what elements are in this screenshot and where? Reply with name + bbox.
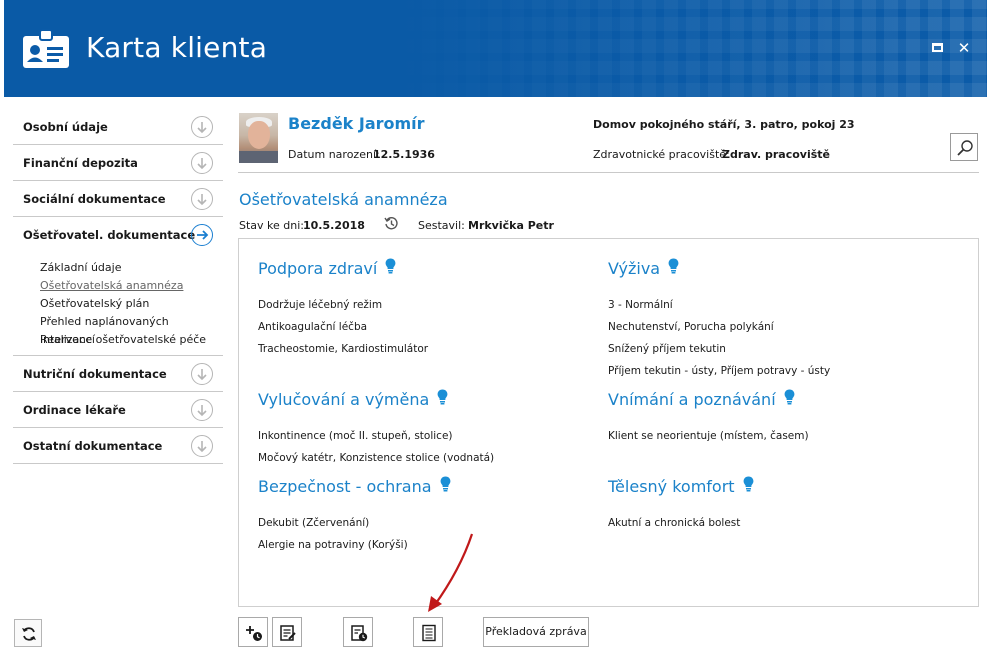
category-line: 3 - Normální <box>608 299 673 311</box>
lightbulb-icon[interactable] <box>440 476 451 492</box>
document-button[interactable] <box>413 617 443 647</box>
lightbulb-icon[interactable] <box>743 476 754 492</box>
category-line: Močový katétr, Konzistence stolice (vodn… <box>258 452 495 464</box>
subnav-item-realizace-pece[interactable]: Realizace ošetřovatelské péče <box>13 331 223 349</box>
sidebar-item-label: Finanční depozita <box>23 156 138 170</box>
sidebar-item-label: Ordinace lékaře <box>23 403 126 417</box>
category-line: Tracheostomie, Kardiostimulátor <box>258 343 429 355</box>
category-line: Inkontinence (moč II. stupeň, stolice) <box>258 430 453 442</box>
subnav-item-osetrovatelsky-plan[interactable]: Ošetřovatelský plán <box>13 295 223 313</box>
category-line: Dodržuje léčebný režim <box>258 299 383 311</box>
sidebar-item-socialni-dokumentace[interactable]: Sociální dokumentace <box>13 181 223 217</box>
lightbulb-icon[interactable] <box>437 389 448 405</box>
subnav-item-zakladni-udaje[interactable]: Základní údaje <box>13 259 223 277</box>
sidebar-item-osobni-udaje[interactable]: Osobní údaje <box>13 109 223 145</box>
category-title[interactable]: Výživa <box>608 258 679 278</box>
arrow-down-circle-icon[interactable] <box>191 116 213 138</box>
sidebar-item-label: Ošetřovatel. dokumentace <box>23 228 196 242</box>
maximize-icon <box>931 43 943 52</box>
category-line: Nechutenství, Porucha polykání <box>608 321 774 333</box>
arrow-right-circle-icon[interactable] <box>191 224 213 246</box>
subnav-item-prehled-intervenci[interactable]: Přehled naplánovaných intervencí <box>13 313 223 346</box>
workplace-label: Zdravotnické pracoviště: <box>593 148 730 161</box>
edit-document-button[interactable] <box>272 617 302 647</box>
category-title-text: Vnímání a poznávání <box>608 390 776 409</box>
search-icon <box>957 140 973 156</box>
sidebar-item-label: Sociální dokumentace <box>23 192 166 206</box>
anamnesis-panel: Podpora zdraví Dodržuje léčebný režim An… <box>238 238 979 607</box>
sidebar-item-label: Nutriční dokumentace <box>23 367 167 381</box>
sidebar-item-label: Osobní údaje <box>23 120 108 134</box>
arrow-down-circle-icon[interactable] <box>191 152 213 174</box>
arrow-down-circle-icon[interactable] <box>191 435 213 457</box>
state-date-value: 10.5.2018 <box>303 219 365 232</box>
category-vylucovani-a-vymena: Vylučování a výměna Inkontinence (moč II… <box>258 389 495 465</box>
sidebar-item-osetrovatel-dokumentace[interactable]: Ošetřovatel. dokumentace <box>13 217 223 253</box>
category-title-text: Podpora zdraví <box>258 259 378 278</box>
sidebar-subnav: Základní údaje Ošetřovatelská anamnéza O… <box>13 253 223 356</box>
category-line: Klient se neorientuje (místem, časem) <box>608 430 809 442</box>
divider <box>238 172 979 173</box>
sidebar-item-label: Ostatní dokumentace <box>23 439 163 453</box>
category-title-text: Bezpečnost - ochrana <box>258 477 432 496</box>
category-line: Snížený příjem tekutin <box>608 343 726 355</box>
dob-value: 12.5.1936 <box>373 148 435 161</box>
arrow-down-circle-icon[interactable] <box>191 363 213 385</box>
sidebar-item-financni-depozita[interactable]: Finanční depozita <box>13 145 223 181</box>
lightbulb-icon[interactable] <box>385 258 396 274</box>
category-telesny-komfort: Tělesný komfort Akutní a chronická boles… <box>608 476 754 530</box>
category-title[interactable]: Vylučování a výměna <box>258 389 448 409</box>
category-title[interactable]: Bezpečnost - ochrana <box>258 476 451 496</box>
category-line: Příjem tekutin - ústy, Příjem potravy - … <box>608 365 831 377</box>
workplace-value: Zdrav. pracoviště <box>722 148 830 161</box>
category-title[interactable]: Vnímání a poznávání <box>608 389 795 409</box>
category-line: Dekubit (Zčervenání) <box>258 517 370 529</box>
category-title-text: Výživa <box>608 259 661 278</box>
lightbulb-icon[interactable] <box>784 389 795 405</box>
close-icon: ✕ <box>957 39 971 57</box>
window-title: Karta klienta <box>86 31 268 64</box>
sidebar: Osobní údaje Finanční depozita Sociální … <box>13 109 223 464</box>
category-title[interactable]: Podpora zdraví <box>258 258 396 278</box>
annotation-arrow <box>428 533 474 612</box>
add-clock-icon <box>246 626 262 641</box>
patient-photo <box>239 113 278 163</box>
category-line: Antikoagulační léčba <box>258 321 368 333</box>
refresh-button[interactable] <box>14 619 42 647</box>
arrow-down-circle-icon[interactable] <box>191 188 213 210</box>
history-icon[interactable] <box>384 216 399 231</box>
refresh-icon <box>22 627 36 641</box>
id-card-icon <box>23 29 69 68</box>
document-icon <box>422 624 436 642</box>
page-title: Ošetřovatelská anamnéza <box>239 190 448 209</box>
category-podpora-zdravi: Podpora zdraví Dodržuje léčebný režim An… <box>258 258 429 356</box>
search-button[interactable] <box>950 133 978 161</box>
dob-label: Datum narození: <box>288 148 380 161</box>
category-title-text: Vylučování a výměna <box>258 390 430 409</box>
window-header: Karta klienta ✕ <box>4 0 987 97</box>
document-history-button[interactable] <box>343 617 373 647</box>
category-vnimani-a-poznavani: Vnímání a poznávání Klient se neorientuj… <box>608 389 809 443</box>
author-value: Mrkvička Petr <box>468 219 554 232</box>
author-label: Sestavil: <box>418 219 465 232</box>
category-title[interactable]: Tělesný komfort <box>608 476 754 496</box>
facility-info: Domov pokojného stáří, 3. patro, pokoj 2… <box>593 118 855 131</box>
category-title-text: Tělesný komfort <box>608 477 735 496</box>
sidebar-item-nutricni-dokumentace[interactable]: Nutriční dokumentace <box>13 356 223 392</box>
maximize-button[interactable] <box>929 40 945 56</box>
subnav-item-osetrovatelska-anamneza[interactable]: Ošetřovatelská anamnéza <box>13 277 223 295</box>
arrow-down-circle-icon[interactable] <box>191 399 213 421</box>
patient-name: Bezděk Jaromír <box>288 114 425 133</box>
document-edit-icon <box>280 625 296 641</box>
state-date-label: Stav ke dni: <box>239 219 305 232</box>
close-button[interactable]: ✕ <box>956 40 972 56</box>
category-vyziva: Výživa 3 - Normální Nechutenství, Poruch… <box>608 258 831 378</box>
document-clock-icon <box>351 625 368 642</box>
sidebar-item-ostatni-dokumentace[interactable]: Ostatní dokumentace <box>13 428 223 464</box>
sidebar-item-ordinace-lekare[interactable]: Ordinace lékaře <box>13 392 223 428</box>
category-line: Akutní a chronická bolest <box>608 517 741 529</box>
add-scheduled-button[interactable] <box>238 617 268 647</box>
lightbulb-icon[interactable] <box>668 258 679 274</box>
report-button[interactable]: Překladová zpráva <box>483 617 589 647</box>
